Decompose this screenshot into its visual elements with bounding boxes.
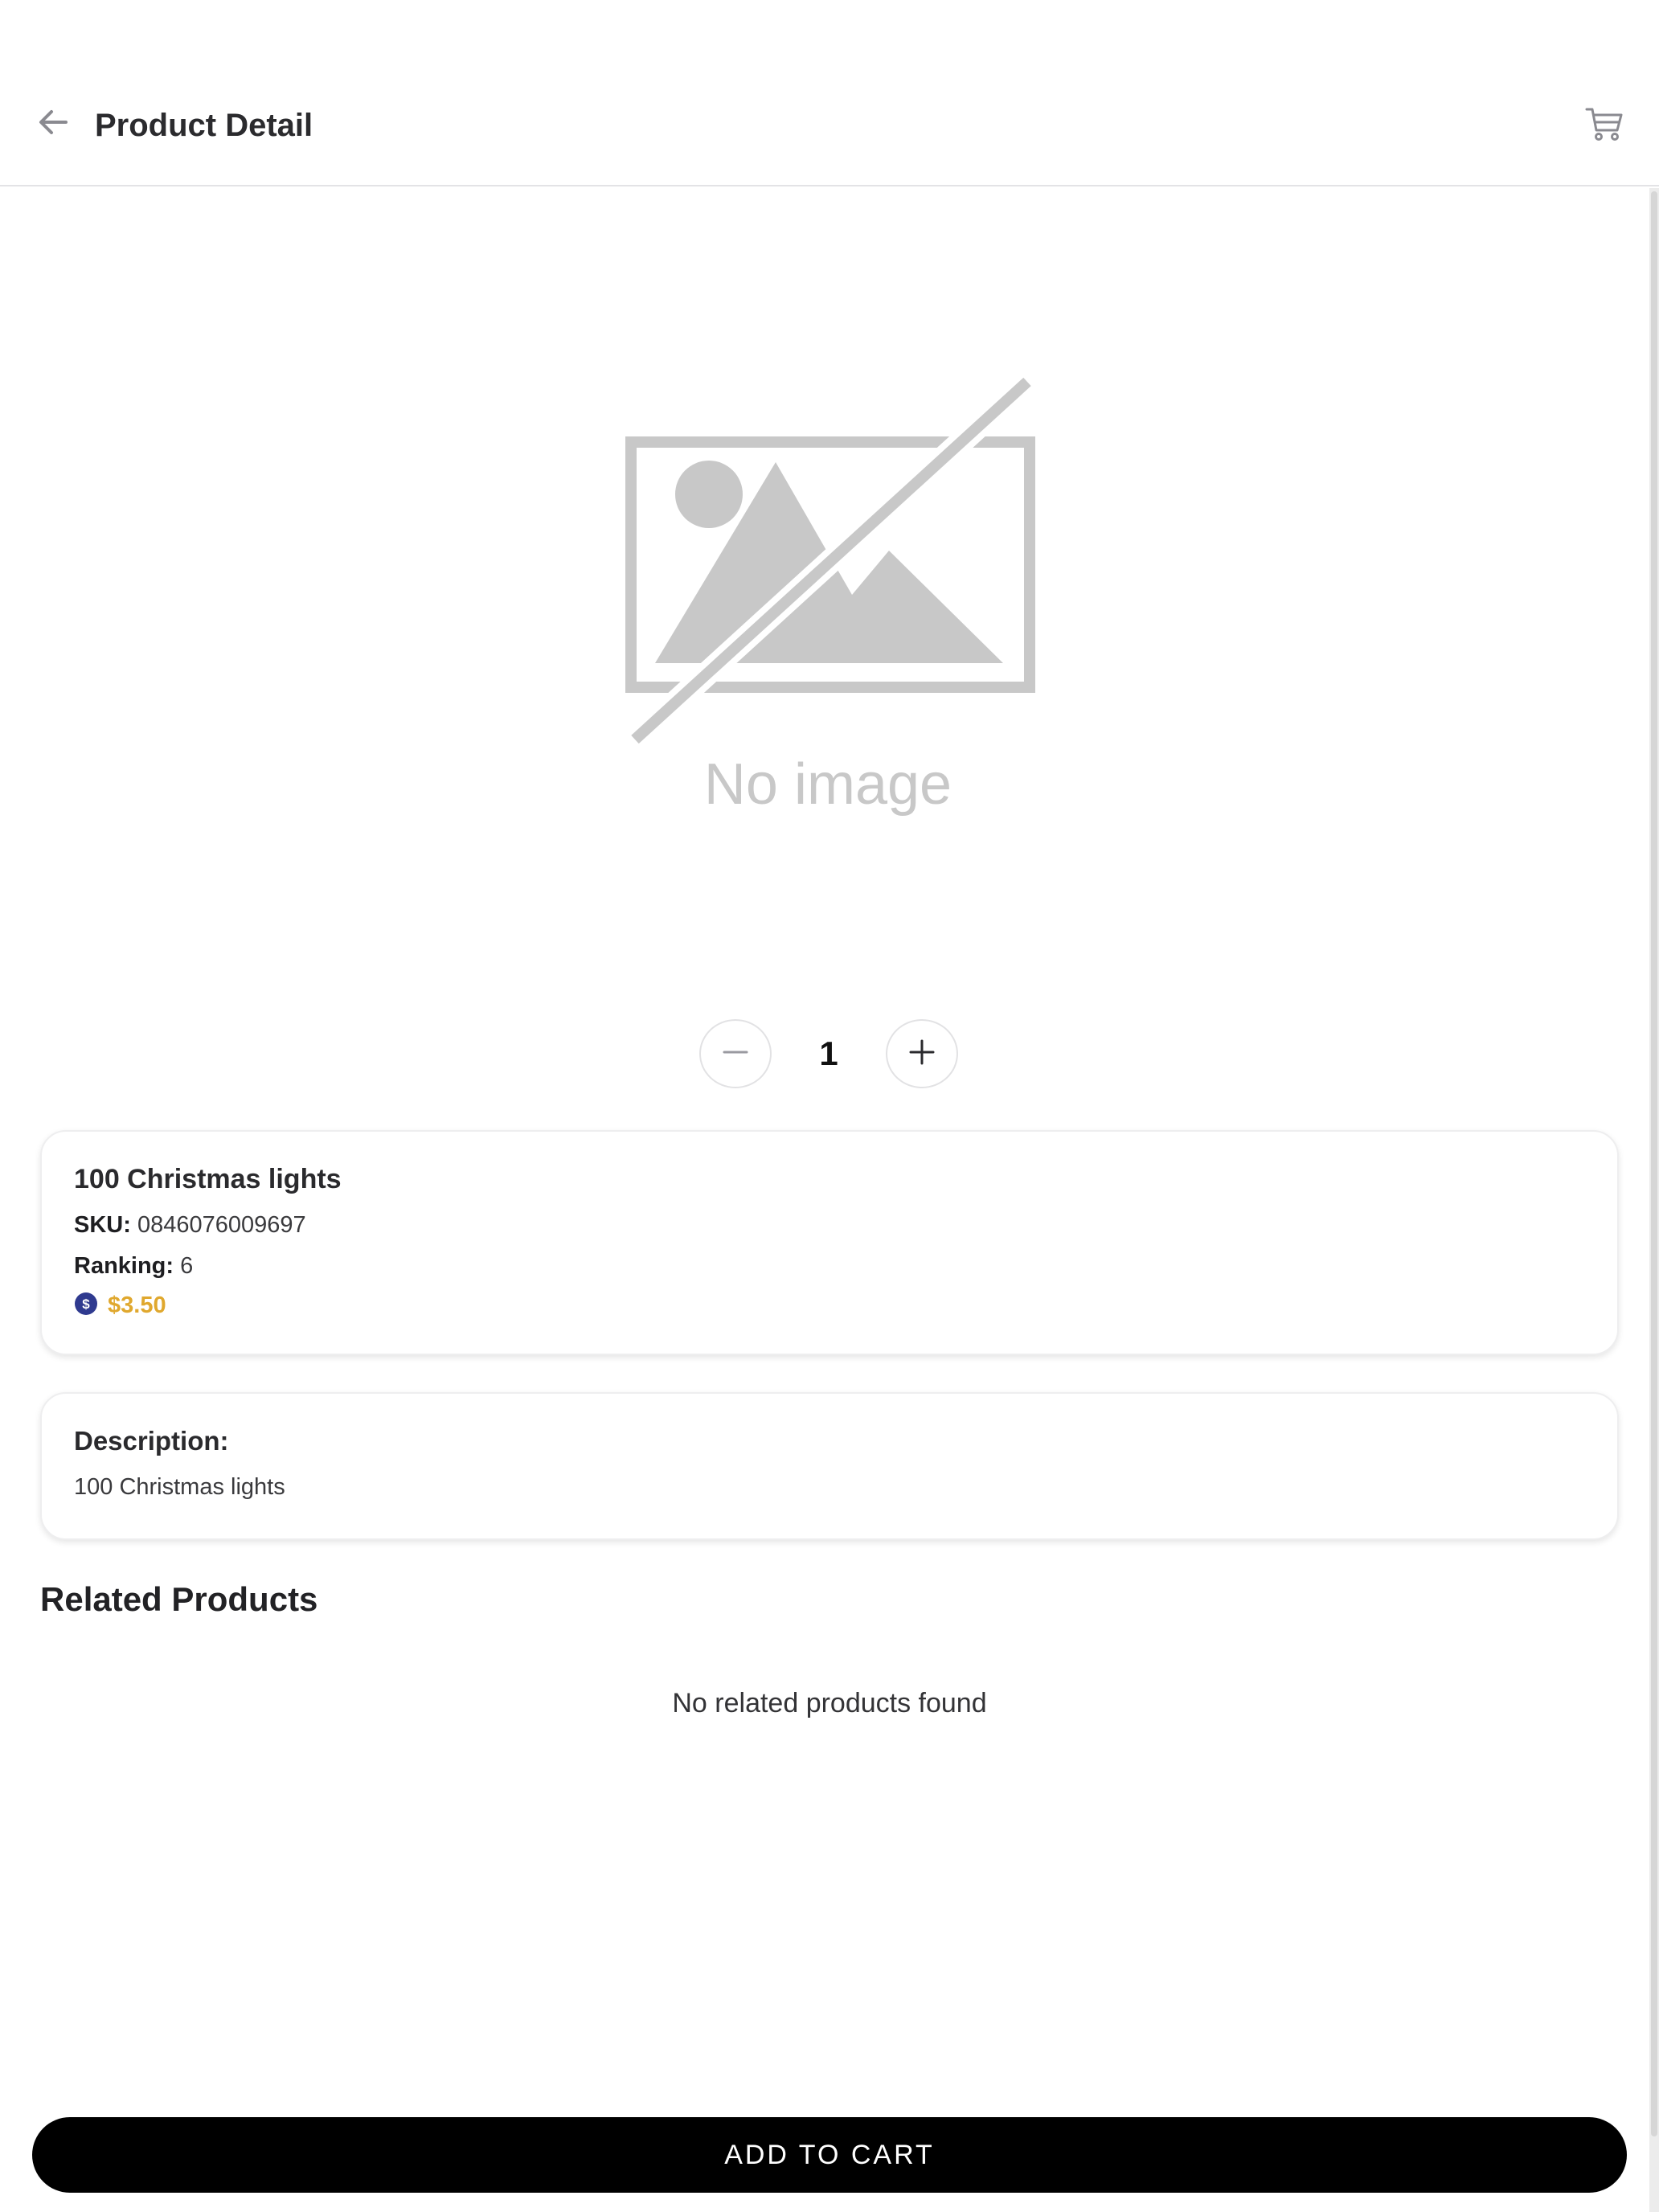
quantity-stepper: 1	[699, 1019, 958, 1088]
related-products-empty-message: No related products found	[672, 1688, 987, 1718]
ranking-value: 6	[180, 1253, 194, 1279]
related-products-heading: Related Products	[40, 1580, 318, 1618]
svg-text:$: $	[82, 1296, 90, 1312]
ranking-row: Ranking: 6	[74, 1253, 193, 1280]
product-name: 100 Christmas lights	[74, 1164, 342, 1194]
description-label: Description:	[74, 1426, 229, 1456]
increase-quantity-button[interactable]	[886, 1019, 958, 1088]
shopping-cart-icon	[1585, 106, 1624, 145]
minus-icon	[721, 1038, 750, 1071]
description-text: 100 Christmas lights	[74, 1474, 285, 1500]
no-image-icon	[625, 372, 1036, 749]
add-to-cart-button[interactable]: ADD TO CART	[32, 2117, 1627, 2193]
plus-icon	[907, 1038, 936, 1071]
quantity-value: 1	[819, 1034, 838, 1072]
price-row: $ $3.50	[74, 1289, 166, 1321]
back-button[interactable]	[29, 100, 77, 148]
product-info-card: 100 Christmas lights SKU: 0846076009697 …	[40, 1130, 1619, 1355]
no-image-text: No image	[703, 752, 952, 817]
price-value: $3.50	[108, 1292, 166, 1318]
description-card: Description: 100 Christmas lights	[40, 1392, 1619, 1540]
sku-label: SKU:	[74, 1212, 131, 1238]
app-header: Product Detail	[0, 0, 1659, 186]
cart-button[interactable]	[1580, 103, 1628, 148]
sku-row: SKU: 0846076009697	[74, 1212, 306, 1239]
page-title: Product Detail	[95, 108, 313, 143]
arrow-left-icon	[35, 104, 71, 144]
dollar-coin-icon: $	[74, 1292, 98, 1320]
ranking-label: Ranking:	[74, 1253, 174, 1279]
decrease-quantity-button[interactable]	[699, 1019, 772, 1088]
scrollbar-thumb[interactable]	[1651, 191, 1657, 2136]
sku-value: 0846076009697	[137, 1212, 306, 1238]
